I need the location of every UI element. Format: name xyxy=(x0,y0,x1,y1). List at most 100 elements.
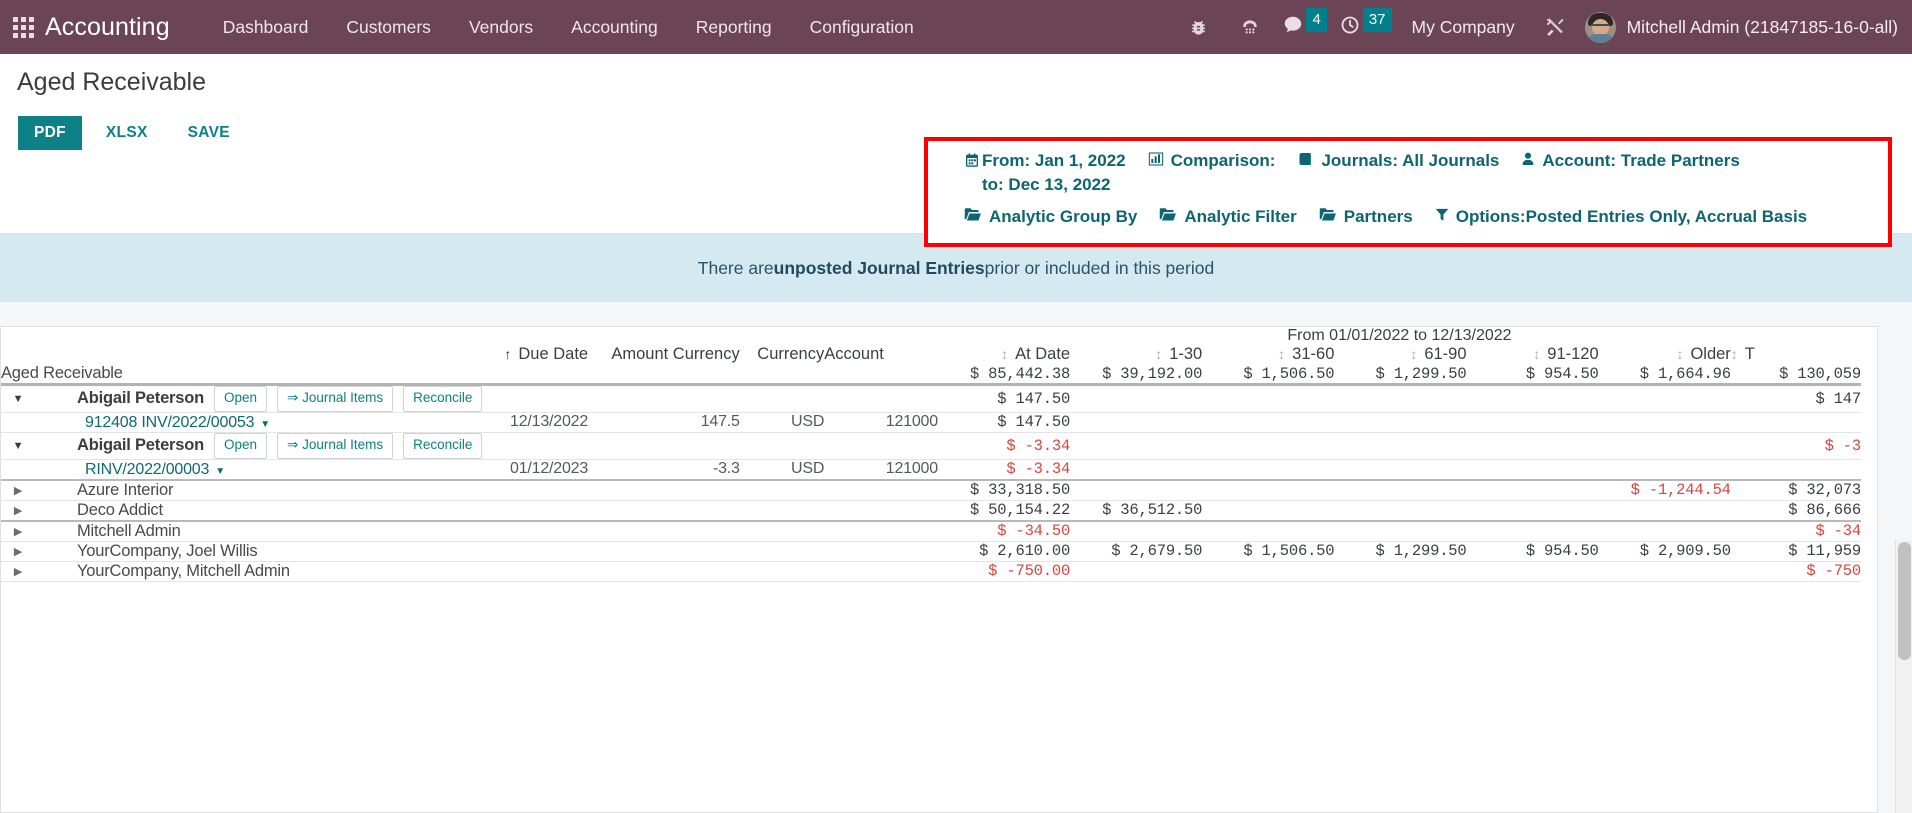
menu-customers[interactable]: Customers xyxy=(327,11,450,44)
cell-due-date xyxy=(467,480,588,501)
account-filter[interactable]: Account: Trade Partners xyxy=(1521,149,1739,173)
open-button[interactable]: Open xyxy=(214,433,267,459)
caret-down-icon[interactable]: ▼ xyxy=(1,393,35,405)
cell-currency xyxy=(740,541,824,561)
partner-name-label[interactable]: Abigail Peterson xyxy=(35,436,204,455)
document-link[interactable]: 912408 INV/2022/00053▼ xyxy=(1,414,270,431)
partner-name-label[interactable]: Abigail Peterson xyxy=(35,389,204,408)
col-31-60[interactable]: ↕31-60 xyxy=(1202,345,1334,364)
partner-row[interactable]: ▶Mitchell Admin$ -34.50$ -34 xyxy=(1,521,1861,542)
journal-items-button[interactable]: ⇒ Journal Items xyxy=(277,386,393,412)
date-filter-to: to: Dec 13, 2022 xyxy=(982,173,1126,197)
cell-31-60 xyxy=(1202,561,1334,581)
document-link[interactable]: RINV/2022/00003▼ xyxy=(1,461,225,478)
caret-down-icon[interactable]: ▼ xyxy=(1,440,35,452)
col-1-30[interactable]: ↕1-30 xyxy=(1070,345,1202,364)
vertical-scrollbar[interactable]: ▲ ▼ xyxy=(1895,540,1912,813)
date-filter[interactable]: From: Jan 1, 2022 to: Dec 13, 2022 xyxy=(964,149,1126,197)
cell-document-name: RINV/2022/00003▼ xyxy=(1,459,467,480)
options-filter-label: Options:Posted Entries Only, Accrual Bas… xyxy=(1456,205,1807,229)
partner-name-label[interactable]: Azure Interior xyxy=(35,481,173,500)
cell-account xyxy=(824,500,938,521)
menu-vendors[interactable]: Vendors xyxy=(450,11,552,44)
phone-dialpad-icon[interactable] xyxy=(1233,12,1267,42)
cell-1-30 xyxy=(1070,432,1202,459)
reconcile-button[interactable]: Reconcile xyxy=(403,386,482,412)
sort-both-icon: ↕ xyxy=(1731,346,1738,362)
save-button[interactable]: SAVE xyxy=(172,116,246,150)
caret-right-icon[interactable]: ▶ xyxy=(1,565,35,578)
cell-1-30 xyxy=(1070,521,1202,542)
xlsx-button[interactable]: XLSX xyxy=(90,116,164,150)
col-older[interactable]: ↕Older xyxy=(1599,345,1731,364)
col-total[interactable]: ↕T xyxy=(1731,345,1861,364)
grand-total-cell-older: $ 1,664.96 xyxy=(1599,364,1731,385)
partner-name-label[interactable]: Mitchell Admin xyxy=(35,522,181,541)
activities-button[interactable]: 37 xyxy=(1339,14,1392,41)
cell-91-120 xyxy=(1467,412,1599,432)
col-91-120[interactable]: ↕91-120 xyxy=(1467,345,1599,364)
col-at-date[interactable]: ↕At Date xyxy=(938,345,1070,364)
table-head: From 01/01/2022 to 12/13/2022 ↑Due Date … xyxy=(1,327,1861,364)
grand-total-cell-at-date: $ 85,442.38 xyxy=(938,364,1070,385)
company-switcher[interactable]: My Company xyxy=(1398,17,1529,38)
user-menu[interactable]: Mitchell Admin (21847185-16-0-all) xyxy=(1581,12,1898,43)
caret-right-icon[interactable]: ▶ xyxy=(1,484,35,497)
pdf-button[interactable]: PDF xyxy=(18,116,82,150)
partner-row[interactable]: ▶YourCompany, Joel Willis$ 2,610.00$ 2,6… xyxy=(1,541,1861,561)
cell-31-60 xyxy=(1202,500,1334,521)
menu-dashboard[interactable]: Dashboard xyxy=(204,11,328,44)
col-61-90[interactable]: ↕61-90 xyxy=(1334,345,1466,364)
bug-icon[interactable] xyxy=(1181,12,1215,42)
partner-name-label[interactable]: Deco Addict xyxy=(35,501,163,520)
partner-row[interactable]: ▼Abigail Peterson Open ⇒ Journal Items Reco… xyxy=(1,385,1861,413)
caret-right-icon[interactable]: ▶ xyxy=(1,545,35,558)
apps-grid-icon[interactable] xyxy=(10,14,36,40)
cell-91-120 xyxy=(1467,480,1599,501)
scrollbar-thumb[interactable] xyxy=(1898,542,1911,660)
partner-name-label[interactable]: YourCompany, Joel Willis xyxy=(35,542,257,561)
caret-right-icon[interactable]: ▶ xyxy=(1,525,35,538)
partner-row[interactable]: ▶Azure Interior$ 33,318.50$ -1,244.54$ 3… xyxy=(1,480,1861,501)
caret-right-icon[interactable]: ▶ xyxy=(1,504,35,517)
partner-row[interactable]: ▶Deco Addict$ 50,154.22$ 36,512.50$ 86,6… xyxy=(1,500,1861,521)
options-filter[interactable]: Options:Posted Entries Only, Accrual Bas… xyxy=(1435,205,1807,229)
cell-currency: USD xyxy=(740,412,824,432)
user-name-label: Mitchell Admin (21847185-16-0-all) xyxy=(1627,17,1898,38)
messages-button[interactable]: 4 xyxy=(1282,14,1326,41)
chevron-down-icon[interactable]: ▼ xyxy=(260,419,270,430)
menu-configuration[interactable]: Configuration xyxy=(791,11,933,44)
chevron-down-icon[interactable]: ▼ xyxy=(215,466,225,477)
col-currency[interactable]: Currency xyxy=(740,345,824,364)
reconcile-button[interactable]: Reconcile xyxy=(403,433,482,459)
cell-91-120 xyxy=(1467,521,1599,542)
cell-61-90 xyxy=(1334,459,1466,480)
page-title: Aged Receivable xyxy=(17,68,206,97)
journals-filter[interactable]: Journals: All Journals xyxy=(1297,149,1499,173)
menu-reporting[interactable]: Reporting xyxy=(677,11,791,44)
analytic-group-by-filter[interactable]: Analytic Group By xyxy=(964,205,1137,229)
partner-row[interactable]: ▼Abigail Peterson Open ⇒ Journal Items Reco… xyxy=(1,432,1861,459)
partner-row[interactable]: ▶YourCompany, Mitchell Admin$ -750.00$ -… xyxy=(1,561,1861,581)
app-brand-accounting[interactable]: Accounting xyxy=(45,13,170,42)
cell-at-date: $ 147.50 xyxy=(938,385,1070,413)
journal-items-button[interactable]: ⇒ Journal Items xyxy=(277,433,393,459)
partner-name-label[interactable]: YourCompany, Mitchell Admin xyxy=(35,562,290,581)
calendar-icon xyxy=(964,149,980,168)
comparison-filter[interactable]: Comparison: xyxy=(1148,149,1276,173)
document-row[interactable]: RINV/2022/00003▼01/12/2023-3.3USD121000$… xyxy=(1,459,1861,480)
document-row[interactable]: 912408 INV/2022/00053▼12/13/2022147.5USD… xyxy=(1,412,1861,432)
analytic-filter[interactable]: Analytic Filter xyxy=(1159,205,1296,229)
cell-31-60 xyxy=(1202,432,1334,459)
cell-partner-name: ▶YourCompany, Joel Willis xyxy=(1,541,467,561)
cell-account: 121000 xyxy=(824,459,938,480)
cell-amount-currency xyxy=(588,561,740,581)
partners-filter[interactable]: Partners xyxy=(1319,205,1413,229)
cell-91-120 xyxy=(1467,432,1599,459)
col-account[interactable]: Account xyxy=(824,345,938,364)
col-due-date[interactable]: ↑Due Date xyxy=(467,345,588,364)
tools-icon[interactable] xyxy=(1538,12,1572,42)
menu-accounting[interactable]: Accounting xyxy=(552,11,677,44)
open-button[interactable]: Open xyxy=(214,386,267,412)
col-amount-currency[interactable]: Amount Currency xyxy=(588,345,740,364)
